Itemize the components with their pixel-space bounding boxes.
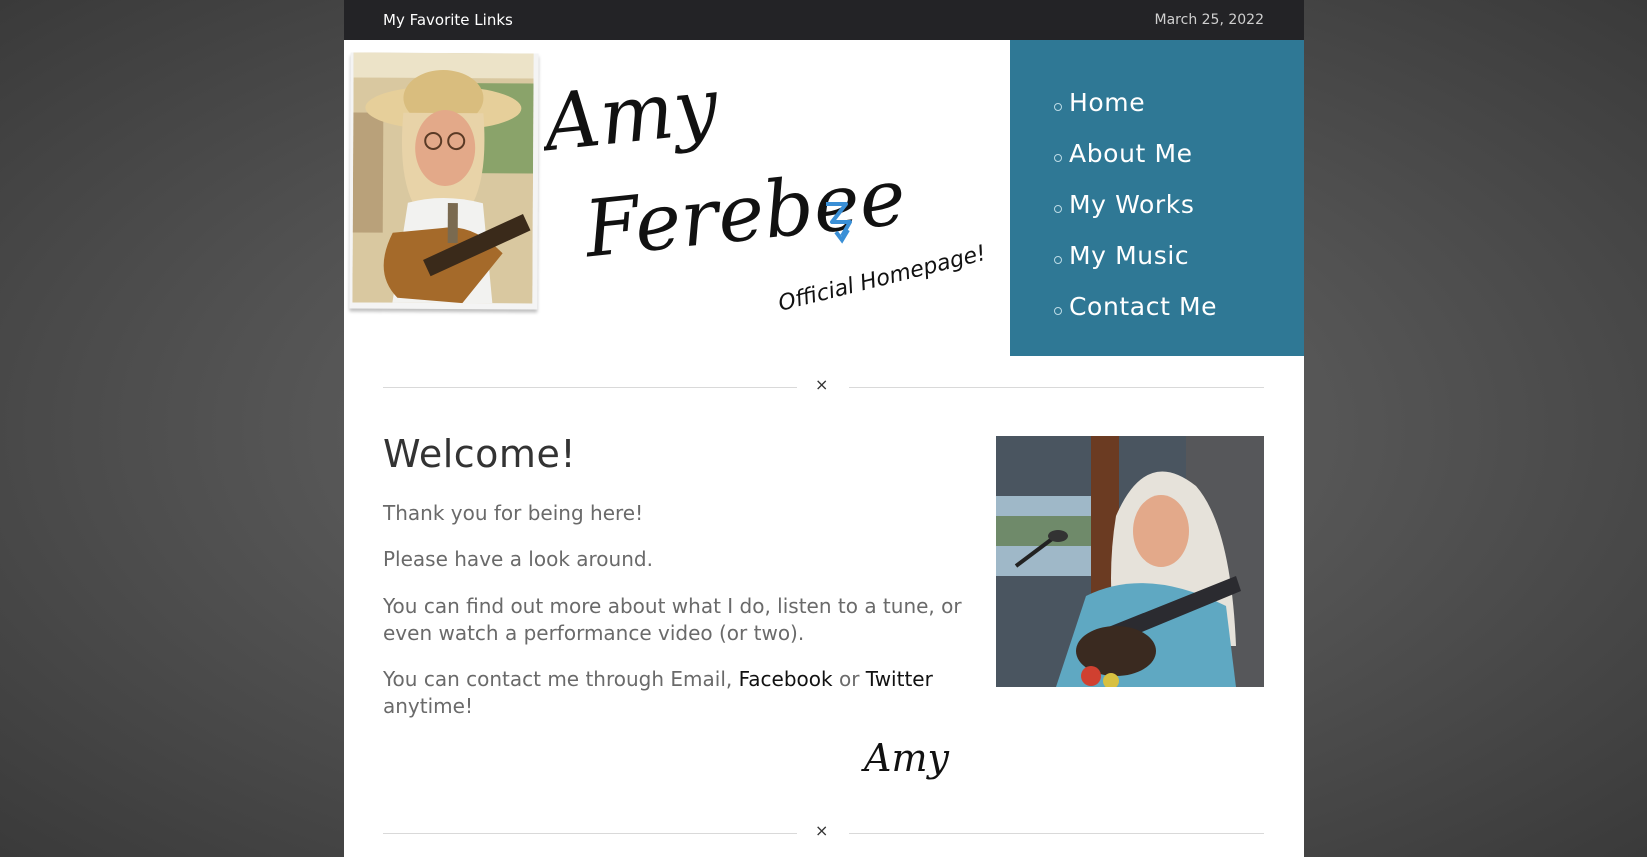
logo-name-line1: Amy [544,61,723,169]
welcome-section: Welcome! Thank you for being here! Pleas… [383,432,963,718]
welcome-paragraph-4: You can contact me through Email, Facebo… [383,666,963,720]
current-date: March 25, 2022 [1154,12,1264,28]
logo-name-line2: Ferebee [579,152,910,275]
nav-item-label: Home [1069,88,1146,117]
nav-item-label: Contact Me [1069,292,1218,321]
facebook-link[interactable]: Facebook [739,667,833,691]
contact-text-mid: or [832,667,866,691]
bullet-icon [1054,204,1062,213]
site-logo[interactable]: Amy Ferebee Official Homepage! [544,60,1004,310]
signature: Amy [864,736,949,780]
main-navigation: Home About Me My Works My Music Contact Me [1010,40,1304,356]
bullet-icon [1054,255,1062,264]
profile-photo [349,52,539,310]
section-divider-top: × [383,375,1264,394]
bullet-icon [1054,153,1062,162]
divider-x-icon: × [815,821,829,840]
page-container: My Favorite Links March 25, 2022 Amy Fer… [344,0,1304,857]
nav-item-label: My Music [1069,241,1190,270]
contact-text-before: You can contact me through Email, [383,667,739,691]
nav-item-my-music[interactable]: My Music [1054,230,1217,281]
nav-item-about-me[interactable]: About Me [1054,128,1217,179]
nav-item-home[interactable]: Home [1054,77,1217,128]
favorite-links-link[interactable]: My Favorite Links [383,11,513,29]
bullet-icon [1054,306,1062,315]
nav-item-my-works[interactable]: My Works [1054,179,1217,230]
welcome-paragraph-3: You can find out more about what I do, l… [383,594,962,645]
divider-x-icon: × [815,375,829,394]
welcome-title: Welcome! [383,432,577,476]
bullet-icon [1054,102,1062,111]
performance-photo [996,436,1264,687]
welcome-paragraph-2: Please have a look around. [383,547,653,571]
nav-item-contact-me[interactable]: Contact Me [1054,281,1217,332]
section-divider-bottom: × [383,821,1264,840]
nav-item-label: About Me [1069,139,1193,168]
contact-text-after: anytime! [383,694,473,718]
nav-item-label: My Works [1069,190,1195,219]
twitter-link[interactable]: Twitter [866,667,933,691]
welcome-paragraph-1: Thank you for being here! [383,501,644,525]
top-bar: My Favorite Links March 25, 2022 [344,0,1304,40]
